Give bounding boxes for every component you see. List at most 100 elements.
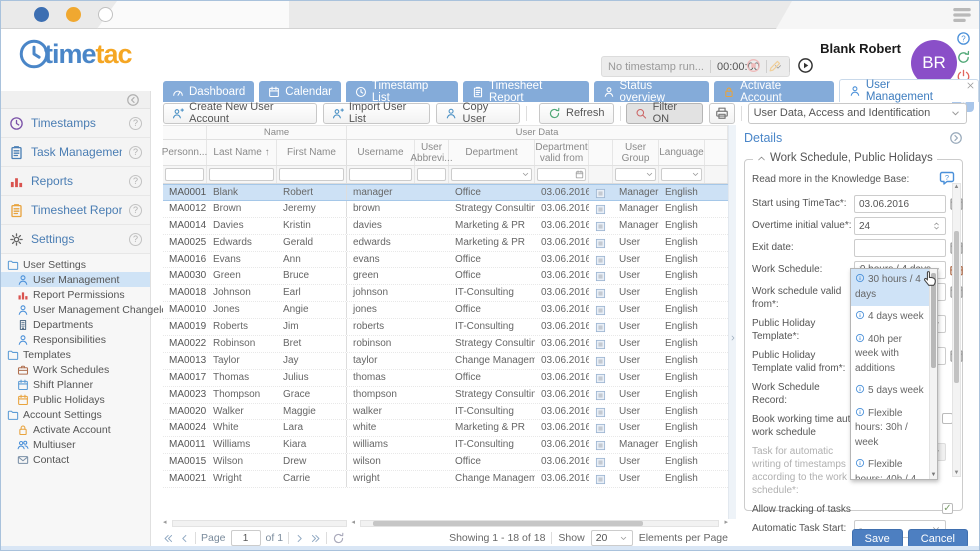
main-tab[interactable]: Calendar (259, 81, 341, 102)
col-personnel[interactable]: Personn... (163, 140, 207, 165)
table-row[interactable]: MA0010 Jones Angie jones Office 03.06.20… (163, 302, 728, 319)
filter-user-group-select[interactable] (615, 168, 656, 181)
table-row[interactable]: MA0020 Walker Maggie walker IT-Consultin… (163, 404, 728, 421)
table-row[interactable]: MA0021 Wright Carrie wright Change Manag… (163, 471, 728, 488)
table-row[interactable]: MA0016 Evans Ann evans Office 03.06.2016… (163, 252, 728, 269)
sidebar-tree-item[interactable]: Public Holidays (1, 392, 150, 407)
table-row[interactable]: MA0019 Roberts Jim roberts IT-Consulting… (163, 319, 728, 336)
allow-tracking-checkbox[interactable]: ✓ (942, 503, 953, 514)
import-user-list-button[interactable]: Import User List (323, 103, 431, 124)
main-tab[interactable]: Status overview (594, 81, 710, 102)
scroll-thumb[interactable] (373, 521, 643, 526)
help-icon[interactable]: ? (129, 117, 142, 130)
sidebar-tree-item[interactable]: Account Settings (1, 407, 150, 422)
filter-date-picker[interactable] (537, 168, 586, 181)
window-dot-yellow[interactable] (66, 7, 81, 22)
help-icon[interactable]: ? (129, 204, 142, 217)
filter-username-input[interactable] (349, 168, 412, 181)
sidebar-tree-item[interactable]: Departments (1, 317, 150, 332)
main-tab[interactable]: User Management (839, 79, 979, 102)
window-dot-blue[interactable] (34, 7, 49, 22)
sidebar-tree-item[interactable]: Work Schedules (1, 362, 150, 377)
filter-abbrev-input[interactable] (417, 168, 446, 181)
table-row[interactable]: MA0001 Blank Robert manager Office 03.06… (163, 184, 728, 201)
print-button[interactable] (709, 103, 735, 124)
sidebar-tree-item[interactable]: Templates (1, 347, 150, 362)
table-row[interactable]: MA0012 Brown Jeremy brown Strategy Consu… (163, 201, 728, 218)
view-select[interactable]: User Data, Access and Identification (748, 103, 967, 124)
filter-department-select[interactable] (451, 168, 532, 181)
col-last-name[interactable]: Last Name ↑ (207, 140, 277, 165)
sidebar-item[interactable]: Reports ? (1, 167, 150, 196)
frozen-scroll-track[interactable] (172, 520, 347, 527)
filter-on-button[interactable]: Filter ON (626, 103, 702, 124)
dropdown-option[interactable]: Flexible hours: 40h / 4 (851, 454, 929, 480)
sidebar-tree-item[interactable]: Contact (1, 452, 150, 467)
sidebar-item[interactable]: Task Management ? (1, 138, 150, 167)
scroll-left-icon[interactable]: ◂ (352, 519, 356, 527)
copy-user-button[interactable]: Copy User (436, 103, 520, 124)
overtime-input[interactable]: 24 (854, 217, 946, 235)
filter-personnel-input[interactable] (165, 168, 204, 181)
col-abbreviation[interactable]: User Abbrevi... (415, 140, 449, 165)
sidebar-tree-item[interactable]: Shift Planner (1, 377, 150, 392)
help-icon[interactable]: ? (129, 146, 142, 159)
table-row[interactable]: MA0024 White Lara white Marketing & PR 0… (163, 420, 728, 437)
dropdown-option[interactable]: 4 days week (851, 306, 929, 329)
sidebar-tree-item[interactable]: Responsibilities (1, 332, 150, 347)
filter-last-name-input[interactable] (209, 168, 274, 181)
main-tab[interactable]: Activate Account (714, 81, 834, 102)
page-size-select[interactable]: 20 (591, 530, 633, 546)
create-user-button[interactable]: Create New User Account (163, 103, 317, 124)
dropdown-option[interactable]: Flexible hours: 30h / week (851, 403, 929, 455)
col-username[interactable]: Username (347, 140, 415, 165)
help-icon[interactable]: ? (129, 175, 142, 188)
scroll-right-icon[interactable]: ▸ (724, 519, 728, 527)
sidebar-item[interactable]: Timesheet Report ? (1, 196, 150, 225)
main-tab[interactable]: Timesheet Report (463, 81, 589, 102)
sidebar-tree-item[interactable]: User Management Changelog (1, 302, 150, 317)
sidebar-tree-item[interactable]: Activate Account (1, 422, 150, 437)
window-dot-white[interactable] (98, 7, 113, 22)
col-language[interactable]: Language (659, 140, 705, 165)
dropdown-option[interactable]: 30 hours / 4 days (851, 269, 929, 306)
col-first-name[interactable]: First Name (277, 140, 347, 165)
table-row[interactable]: MA0018 Johnson Earl johnson IT-Consultin… (163, 285, 728, 302)
table-row[interactable]: MA0025 Edwards Gerald edwards Marketing … (163, 235, 728, 252)
panel-splitter[interactable] (728, 125, 736, 519)
filter-language-select[interactable] (661, 168, 702, 181)
details-scroll-thumb[interactable] (954, 231, 959, 383)
dropdown-option[interactable]: 5 days week (851, 380, 929, 403)
filter-first-name-input[interactable] (279, 168, 344, 181)
help-icon[interactable]: ? (129, 233, 142, 246)
table-row[interactable]: MA0015 Wilson Drew wilson Office 03.06.2… (163, 454, 728, 471)
sidebar-tree-item[interactable]: User Settings (1, 257, 150, 272)
table-row[interactable]: MA0017 Thomas Julius thomas Office 03.06… (163, 370, 728, 387)
exit-date-input[interactable] (854, 239, 946, 257)
details-scrollbar[interactable]: ▲ ▼ (952, 183, 961, 477)
sidebar-collapse-bar[interactable] (1, 91, 150, 109)
page-number-input[interactable] (231, 530, 261, 546)
table-row[interactable]: MA0011 Williams Kiara williams IT-Consul… (163, 437, 728, 454)
main-scroll-track[interactable] (360, 520, 719, 527)
sidebar-tree-item[interactable]: Multiuser (1, 437, 150, 452)
table-row[interactable]: MA0013 Taylor Jay taylor Change Manageme… (163, 353, 728, 370)
main-tab[interactable]: Dashboard (163, 81, 254, 102)
col-user-group[interactable]: User Group (613, 140, 659, 165)
sidebar-tree-item[interactable]: User Management (1, 272, 150, 287)
table-row[interactable]: MA0030 Green Bruce green Office 03.06.20… (163, 268, 728, 285)
col-department[interactable]: Department (449, 140, 535, 165)
start-date-input[interactable]: 03.06.2016 (854, 195, 946, 213)
scroll-left-icon[interactable]: ◂ (163, 519, 167, 527)
refresh-button[interactable]: Refresh (539, 103, 614, 124)
main-tab[interactable]: Timestamp List (346, 81, 458, 102)
col-valid-from[interactable]: Department valid from (535, 140, 589, 165)
current-user-name[interactable]: Blank Robert (820, 41, 901, 56)
dropdown-scrollbar[interactable]: ▼ (929, 269, 937, 479)
sidebar-item[interactable]: Timestamps ? (1, 109, 150, 138)
table-row[interactable]: MA0022 Robinson Bret robinson Strategy C… (163, 336, 728, 353)
dropdown-option[interactable]: 40h per week with additions (851, 329, 929, 381)
sidebar-tree-item[interactable]: Report Permissions (1, 287, 150, 302)
table-row[interactable]: MA0023 Thompson Grace thompson Strategy … (163, 387, 728, 404)
sidebar-item[interactable]: Settings ? (1, 225, 150, 254)
